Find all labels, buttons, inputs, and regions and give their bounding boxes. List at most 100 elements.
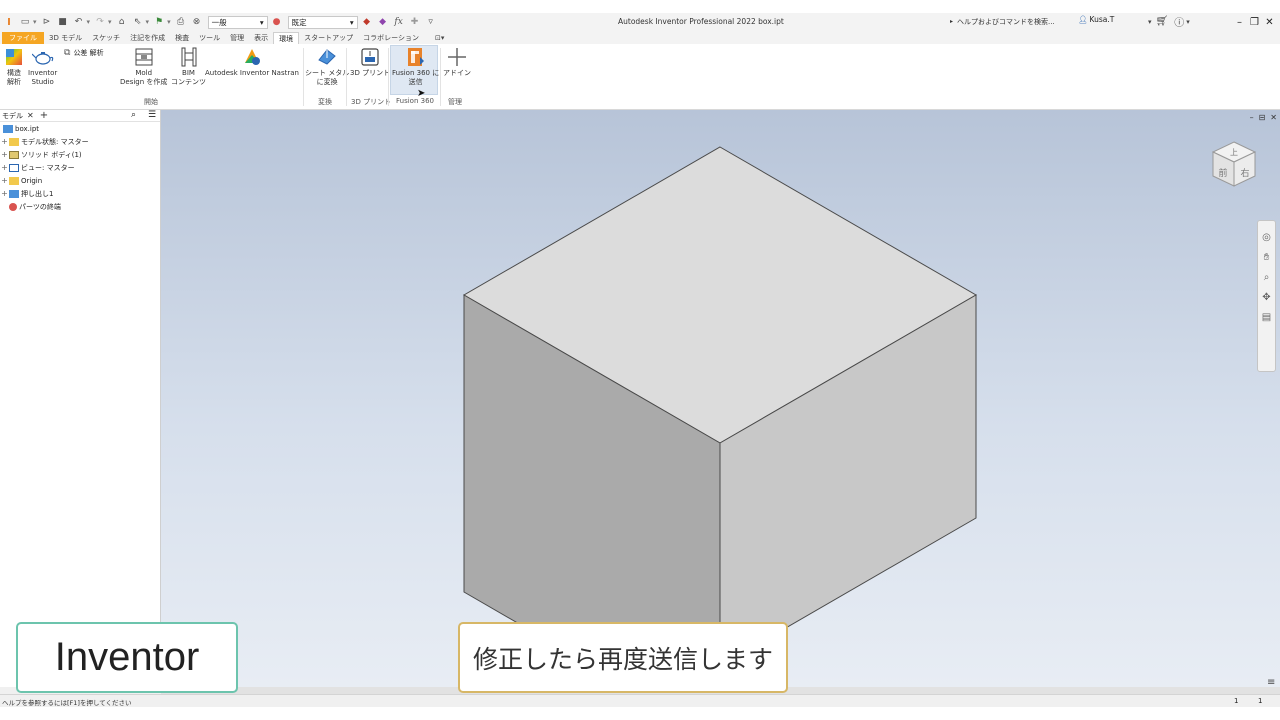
panel-divider xyxy=(346,48,347,106)
3d-print-button[interactable]: 3D プリント xyxy=(350,46,390,78)
document-tabs-menu-icon[interactable]: ≡ xyxy=(1267,677,1275,688)
minimize-icon[interactable]: – xyxy=(1232,17,1247,28)
material-dropdown[interactable]: 既定 ▾ xyxy=(287,15,358,29)
search-icon[interactable]: ⌕ xyxy=(131,110,136,120)
status-help-text: ヘルプを参照するには[F1]を押してください xyxy=(2,699,132,707)
tree-item-model-state[interactable]: + モデル状態: マスター xyxy=(0,135,160,148)
close-icon[interactable]: ✕ xyxy=(27,111,34,120)
viewcube-front-label[interactable]: 前 xyxy=(1218,167,1227,179)
chevron-down-icon[interactable]: ▾ xyxy=(1186,18,1190,26)
box-model[interactable] xyxy=(161,110,1280,687)
save-icon[interactable]: ■ xyxy=(56,15,70,29)
expand-icon[interactable]: + xyxy=(0,163,9,172)
extrude-icon xyxy=(9,189,19,198)
style-dropdown[interactable]: 一般 ▾ xyxy=(207,15,268,29)
tab-model[interactable]: モデル xyxy=(2,111,23,121)
solid-bodies-icon xyxy=(9,150,19,159)
tab-sketch[interactable]: スケッチ xyxy=(87,32,125,44)
folder-icon xyxy=(9,176,19,185)
ribbon-options-icon[interactable]: ⊡▾ xyxy=(430,32,449,44)
3d-print-label: 3D プリント xyxy=(350,69,391,77)
undo-icon[interactable]: ↶ xyxy=(72,15,86,29)
tab-3d-model[interactable]: 3D モデル xyxy=(44,32,87,44)
look-at-icon[interactable]: ▤ xyxy=(1260,310,1274,324)
addin-button[interactable]: アドイン xyxy=(443,46,471,78)
tree-item-label: パーツの終端 xyxy=(19,202,61,211)
select-icon[interactable]: ⇖ xyxy=(131,15,145,29)
add-tab-icon[interactable]: + xyxy=(40,110,48,121)
tree-item-extrusion[interactable]: + 押し出し1 xyxy=(0,187,160,200)
clear-appearance-icon[interactable]: ◆ xyxy=(376,15,390,29)
tab-annotate[interactable]: 注記を作成 xyxy=(125,32,170,44)
expand-icon[interactable]: + xyxy=(0,137,9,146)
restore-icon[interactable]: ❐ xyxy=(1247,17,1262,28)
expand-icon[interactable]: + xyxy=(0,176,9,185)
open-file-icon[interactable]: ⊳ xyxy=(40,15,54,29)
user-account[interactable]: 👤︎ Kusa.T xyxy=(1078,15,1114,24)
help-icon[interactable]: ⓘ xyxy=(1174,14,1184,29)
panel-fusion-label: Fusion 360 xyxy=(396,97,434,105)
tree-item-solid-bodies[interactable]: + ソリッド ボディ(1) xyxy=(0,148,160,161)
search-input[interactable]: ヘルプおよびコマンドを検索... xyxy=(957,17,1055,27)
inventor-logo-icon[interactable]: I xyxy=(2,15,16,29)
tab-getstarted[interactable]: スタートアップ xyxy=(299,32,358,44)
tab-inspect[interactable]: 検査 xyxy=(170,32,194,44)
orbit-icon[interactable]: ✥ xyxy=(1260,290,1274,304)
help-search-box[interactable]: ▸ ヘルプおよびコマンドを検索... xyxy=(950,15,1072,28)
caption-inventor: Inventor xyxy=(16,622,238,693)
tree-item-end-of-part[interactable]: パーツの終端 xyxy=(0,200,160,213)
tolerance-icon: ⧉ xyxy=(64,48,71,58)
close-icon[interactable]: ✕ xyxy=(1262,17,1277,28)
convert-sheetmetal-button[interactable]: シート メタル に変換 xyxy=(305,46,349,87)
home-icon[interactable]: ⌂ xyxy=(115,15,129,29)
viewport-controls: – ⊟ ✕ xyxy=(1250,113,1277,122)
nastran-button[interactable]: Autodesk Inventor Nastran xyxy=(205,46,299,78)
chevron-down-icon[interactable]: ▾ xyxy=(1148,18,1152,26)
redo-icon[interactable]: ↷ xyxy=(93,15,107,29)
tab-manage[interactable]: 管理 xyxy=(225,32,249,44)
update-icon[interactable]: ⚑ xyxy=(152,15,166,29)
steering-wheel-icon[interactable]: ◎ xyxy=(1260,230,1274,244)
graphics-viewport[interactable]: – ⊟ ✕ 上 前 右 ◎ ✋︎ ⌕ ✥ ▤ xyxy=(161,110,1280,687)
zoom-icon[interactable]: ⌕ xyxy=(1260,270,1274,284)
appearance-icon[interactable]: ● xyxy=(270,15,284,29)
send-to-fusion-label: Fusion 360 に 送信 xyxy=(392,69,440,86)
customize-icon[interactable]: ▿ xyxy=(424,15,438,29)
mold-design-button[interactable]: Mold Design を作成 xyxy=(120,46,167,87)
new-file-icon[interactable]: ▭ xyxy=(18,15,32,29)
inventor-studio-button[interactable]: Inventor Studio xyxy=(28,46,57,87)
minimize-icon[interactable]: – xyxy=(1250,113,1254,122)
viewcube-top-label[interactable]: 上 xyxy=(1230,148,1238,157)
stress-analysis-button[interactable]: 構造 解析 xyxy=(3,46,25,87)
ribbon-panel: 構造 解析 Inventor Studio ⧉ 公差 解析 Mold Desig… xyxy=(0,44,1280,110)
send-to-fusion-button[interactable]: Fusion 360 に 送信 xyxy=(392,46,439,87)
pan-icon[interactable]: ✋︎ xyxy=(1260,250,1274,264)
tree-item-box-ipt[interactable]: box.ipt xyxy=(0,122,160,135)
tab-view[interactable]: 表示 xyxy=(249,32,273,44)
fx-icon[interactable]: fx xyxy=(392,15,406,29)
tree-item-view[interactable]: + ビュー: マスター xyxy=(0,161,160,174)
viewcube[interactable]: 上 前 右 xyxy=(1211,140,1257,190)
panel-divider xyxy=(388,48,389,106)
tab-file[interactable]: ファイル xyxy=(2,32,44,44)
expand-icon[interactable]: + xyxy=(0,189,9,198)
close-doc-icon[interactable]: ⊗ xyxy=(190,15,204,29)
addin-label: アドイン xyxy=(443,69,471,77)
tab-collaborate[interactable]: コラボレーション xyxy=(358,32,424,44)
tree-item-origin[interactable]: + Origin xyxy=(0,174,160,187)
tab-environments[interactable]: 環境 xyxy=(273,32,300,44)
measure-icon[interactable]: ✚ xyxy=(408,15,422,29)
viewcube-right-label[interactable]: 右 xyxy=(1240,167,1249,179)
print-icon[interactable]: ⎙ xyxy=(174,15,188,29)
color-override-icon[interactable]: ◆ xyxy=(360,15,374,29)
menu-icon[interactable]: ☰ xyxy=(148,110,156,120)
restore-icon[interactable]: ⊟ xyxy=(1259,113,1266,122)
user-icon: 👤︎ xyxy=(1078,15,1088,24)
navigation-bar: ◎ ✋︎ ⌕ ✥ ▤ xyxy=(1257,220,1276,372)
bim-content-button[interactable]: BIM コンテンツ xyxy=(171,46,206,87)
tolerance-analysis-button[interactable]: ⧉ 公差 解析 xyxy=(64,48,104,58)
expand-icon[interactable]: + xyxy=(0,150,9,159)
tab-tools[interactable]: ツール xyxy=(194,32,225,44)
cart-icon[interactable]: 🛒︎ xyxy=(1156,16,1169,27)
close-icon[interactable]: ✕ xyxy=(1270,113,1277,122)
